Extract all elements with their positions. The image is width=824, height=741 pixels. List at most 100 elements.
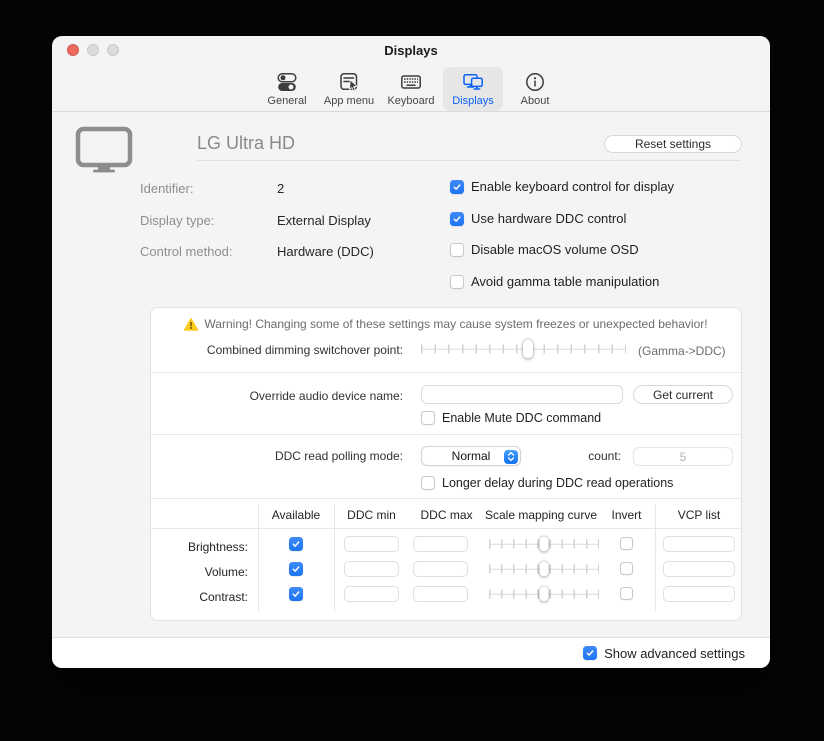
- header-divider: [197, 160, 740, 161]
- dimming-switchover-slider[interactable]: [421, 339, 626, 359]
- option-hardware-ddc[interactable]: Use hardware DDC control: [450, 211, 626, 226]
- get-current-button[interactable]: Get current: [633, 385, 733, 404]
- checkbox-checked[interactable]: [450, 180, 464, 194]
- available-checkbox[interactable]: [289, 562, 303, 576]
- count-input[interactable]: [633, 447, 733, 466]
- checkbox-unchecked[interactable]: [450, 243, 464, 257]
- vcp-list-input[interactable]: [663, 536, 735, 552]
- curve-slider[interactable]: [489, 560, 599, 578]
- row-label-brightness: Brightness:: [151, 540, 248, 554]
- available-checkbox[interactable]: [289, 537, 303, 551]
- longer-delay-option[interactable]: Longer delay during DDC read operations: [421, 476, 673, 490]
- slider-knob[interactable]: [540, 587, 549, 602]
- tab-about[interactable]: About: [505, 67, 565, 111]
- col-header-vcp: VCP list: [655, 508, 743, 522]
- tab-app-menu[interactable]: App menu: [319, 67, 379, 111]
- panel-divider: [151, 434, 741, 435]
- option-label: Use hardware DDC control: [471, 211, 626, 226]
- control-method-value: Hardware (DDC): [277, 244, 374, 259]
- dropdown-stepper-icon: [504, 450, 518, 464]
- vcp-list-input[interactable]: [663, 561, 735, 577]
- col-header-invert: Invert: [598, 508, 655, 522]
- available-checkbox[interactable]: [289, 587, 303, 601]
- tab-keyboard[interactable]: Keyboard: [381, 67, 441, 111]
- ddc-min-input[interactable]: [344, 561, 399, 577]
- tab-label: General: [267, 95, 306, 107]
- display-type-value: External Display: [277, 213, 371, 228]
- audio-name-input[interactable]: [421, 385, 623, 404]
- checkbox-unchecked[interactable]: [450, 275, 464, 289]
- checkbox-unchecked[interactable]: [421, 411, 435, 425]
- show-advanced-label: Show advanced settings: [604, 646, 745, 661]
- option-label: Disable macOS volume OSD: [471, 242, 639, 257]
- keyboard-icon: [399, 70, 423, 94]
- footer-bar: Show advanced settings: [52, 637, 770, 668]
- window-title: Displays: [52, 36, 770, 64]
- table-header-divider: [151, 528, 741, 529]
- info-icon: [523, 70, 547, 94]
- advanced-settings-panel: Warning! Changing some of these settings…: [150, 307, 742, 621]
- curve-slider[interactable]: [489, 585, 599, 603]
- tab-general[interactable]: General: [257, 67, 317, 111]
- invert-checkbox[interactable]: [620, 537, 633, 550]
- invert-checkbox[interactable]: [620, 587, 633, 600]
- invert-checkbox[interactable]: [620, 562, 633, 575]
- display-name: LG Ultra HD: [197, 133, 295, 154]
- col-header-ddc-max: DDC max: [409, 508, 484, 522]
- control-method-label: Control method:: [140, 244, 233, 259]
- row-label-volume: Volume:: [151, 565, 248, 579]
- panel-divider: [151, 372, 741, 373]
- warning-row: Warning! Changing some of these settings…: [151, 317, 741, 331]
- vcp-list-input[interactable]: [663, 586, 735, 602]
- identifier-label: Identifier:: [140, 181, 193, 196]
- display-type-label: Display type:: [140, 213, 214, 228]
- ddc-max-input[interactable]: [413, 586, 468, 602]
- ddc-max-input[interactable]: [413, 536, 468, 552]
- ddc-max-input[interactable]: [413, 561, 468, 577]
- show-advanced-checkbox[interactable]: [583, 646, 597, 660]
- polling-mode-dropdown[interactable]: Normal: [421, 446, 521, 466]
- displays-window: Displays General: [52, 36, 770, 668]
- warning-icon: [184, 318, 198, 331]
- option-label: Enable Mute DDC command: [442, 411, 601, 425]
- col-header-available: Available: [258, 508, 334, 522]
- curve-slider[interactable]: [489, 535, 599, 553]
- checkbox-checked[interactable]: [450, 212, 464, 226]
- slider-knob[interactable]: [540, 537, 549, 552]
- tab-label: About: [521, 95, 550, 107]
- option-label: Enable keyboard control for display: [471, 179, 674, 194]
- monitor-icon: [74, 126, 134, 178]
- tab-label: Displays: [452, 95, 494, 107]
- option-label: Longer delay during DDC read operations: [442, 476, 673, 490]
- option-label: Avoid gamma table manipulation: [471, 274, 659, 289]
- dropdown-value: Normal: [452, 449, 491, 463]
- option-keyboard-control[interactable]: Enable keyboard control for display: [450, 179, 674, 194]
- toggles-icon: [275, 70, 299, 94]
- reset-settings-button[interactable]: Reset settings: [604, 135, 742, 153]
- tab-displays[interactable]: Displays: [443, 67, 503, 111]
- tab-label: App menu: [324, 95, 374, 107]
- option-avoid-gamma[interactable]: Avoid gamma table manipulation: [450, 274, 659, 289]
- mute-ddc-option[interactable]: Enable Mute DDC command: [421, 411, 601, 425]
- preferences-toolbar: General App menu: [52, 64, 770, 112]
- ddc-min-input[interactable]: [344, 536, 399, 552]
- warning-text: Warning! Changing some of these settings…: [204, 317, 707, 331]
- count-label: count:: [561, 449, 621, 463]
- option-disable-osd[interactable]: Disable macOS volume OSD: [450, 242, 639, 257]
- col-header-ddc-min: DDC min: [334, 508, 409, 522]
- audio-name-label: Override audio device name:: [151, 389, 403, 403]
- dimming-switchover-label: Combined dimming switchover point:: [151, 343, 403, 357]
- titlebar: Displays: [52, 36, 770, 64]
- menu-document-icon: [337, 70, 361, 94]
- panel-divider: [151, 498, 741, 499]
- displays-icon: [461, 70, 485, 94]
- slider-knob[interactable]: [540, 562, 549, 577]
- ddc-min-input[interactable]: [344, 586, 399, 602]
- row-label-contrast: Contrast:: [151, 590, 248, 604]
- identifier-value: 2: [277, 181, 284, 196]
- slider-knob[interactable]: [523, 340, 533, 359]
- polling-mode-label: DDC read polling mode:: [151, 449, 403, 463]
- tab-label: Keyboard: [387, 95, 434, 107]
- col-header-curve: Scale mapping curve: [484, 508, 598, 522]
- checkbox-unchecked[interactable]: [421, 476, 435, 490]
